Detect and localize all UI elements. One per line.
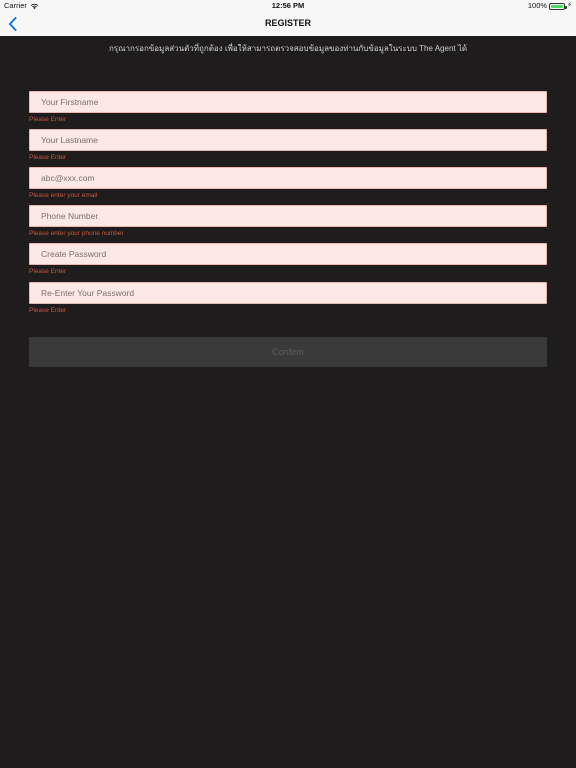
firstname-error: Please Enter — [29, 116, 67, 123]
email-error: Please enter your email — [29, 192, 98, 199]
confirm-button[interactable]: Confirm — [29, 337, 547, 367]
email-group: Please enter your email — [29, 167, 547, 199]
firstname-group: Please Enter — [29, 91, 547, 123]
confirm-password-error: Please Enter — [29, 307, 67, 314]
status-bar: Carrier 12:56 PM 100% ⚡ — [0, 0, 576, 12]
lastname-group: Please Enter — [29, 129, 547, 161]
instruction-text: กรุณากรอกข้อมูลส่วนตัวที่ถูกต้อง เพื่อให… — [108, 44, 468, 53]
firstname-input[interactable] — [29, 91, 547, 113]
phone-group: Please enter your phone number — [29, 205, 547, 237]
password-input[interactable] — [29, 243, 547, 265]
email-input[interactable] — [29, 167, 547, 189]
password-group: Please Enter — [29, 243, 547, 275]
phone-input[interactable] — [29, 205, 547, 227]
password-error: Please Enter — [29, 268, 67, 275]
battery-icon — [549, 2, 568, 10]
navigation-bar: REGISTER — [0, 12, 576, 36]
confirm-password-input[interactable] — [29, 282, 547, 304]
battery-percent: 100% — [527, 1, 548, 10]
phone-error: Please enter your phone number — [29, 230, 124, 237]
status-right: 100% ⚡ — [528, 0, 572, 12]
page-title: REGISTER — [264, 18, 311, 28]
lastname-input[interactable] — [29, 129, 547, 151]
lastname-error: Please Enter — [29, 154, 67, 161]
charging-icon: ⚡ — [567, 2, 572, 9]
status-time: 12:56 PM — [271, 1, 305, 10]
confirm-password-group: Please Enter — [29, 282, 547, 314]
